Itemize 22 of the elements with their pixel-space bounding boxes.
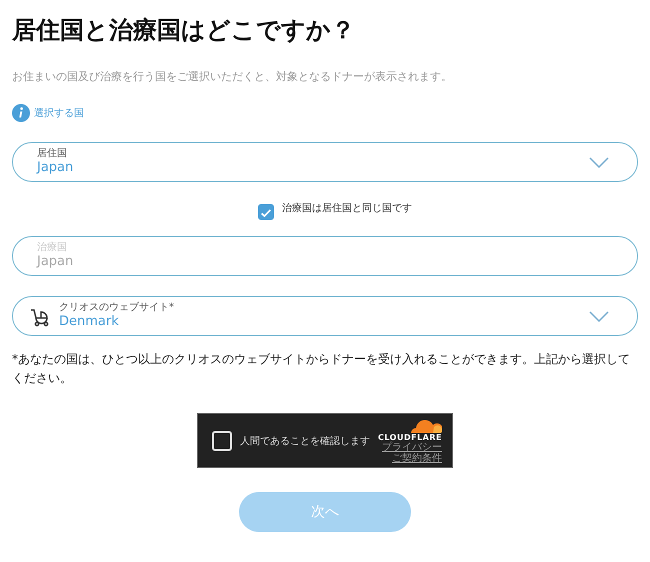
info-icon [12, 104, 30, 122]
captcha-link[interactable]: ご契約条件 [392, 453, 442, 464]
captcha-label: 人間であることを確認します [240, 434, 371, 448]
checkbox[interactable] [258, 204, 274, 220]
captcha-checkbox[interactable] [212, 430, 232, 450]
field-label: クリオスのウェブサイト* [59, 302, 174, 314]
cloud-icon [408, 417, 442, 433]
dropdown-field[interactable]: クリオスのウェブサイト* Denmark [12, 296, 638, 336]
page-title: 居住国と治療国はどこですか？ [12, 15, 355, 46]
field-value: Japan [37, 254, 74, 270]
dropdown-field[interactable]: 居住国 Japan [12, 142, 638, 182]
checkbox-label: 治療国は居住国と同じ国です [282, 202, 412, 215]
field-value: Japan [37, 160, 74, 176]
info-link[interactable]: 選択する国 [34, 106, 84, 120]
chevron-down-icon [589, 156, 609, 168]
captcha-link[interactable]: プライバシー [382, 442, 442, 453]
brand-name: CLOUDFLARE [378, 433, 442, 442]
subtitle: お住まいの国及び治療を行う国をご選択いただくと、対象となるドナーが表示されます。 [12, 69, 452, 84]
field-label: 居住国 [37, 148, 67, 160]
footnote: *あなたの国は、ひとつ以上のクリオスのウェブサイトからドナーを受け入れることができます。上記から選択してください。 [12, 351, 631, 387]
chevron-down-icon [589, 310, 609, 322]
field-value: Denmark [59, 314, 119, 330]
